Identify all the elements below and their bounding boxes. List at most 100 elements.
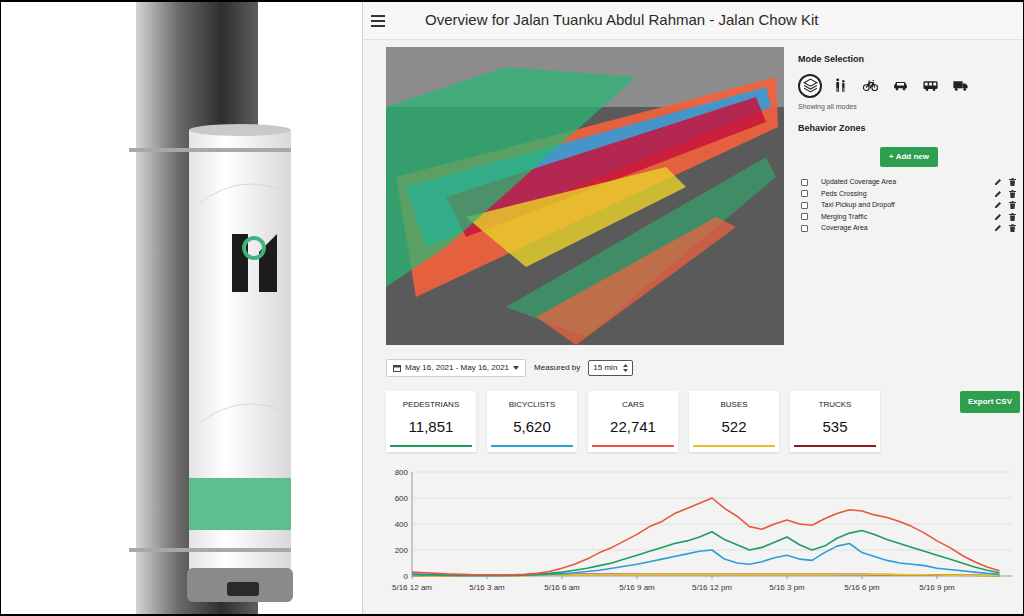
pencil-icon[interactable]	[994, 178, 1002, 186]
date-range: May 16, 2021 - May 16, 2021	[405, 362, 509, 374]
stat-value: 11,851	[409, 416, 454, 439]
mode-button[interactable]	[918, 74, 942, 98]
zone-list: Updated Coverage AreaPeds CrossingTaxi P…	[798, 177, 1020, 235]
x-tick: 5/16 9 am	[619, 583, 655, 592]
dashboard: Overview for Jalan Tuanku Abdul Rahman -…	[362, 2, 1023, 614]
stat-color-bar	[693, 445, 775, 447]
stat-label: BUSES	[720, 399, 747, 411]
date-range-picker[interactable]: May 16, 2021 - May 16, 2021	[386, 359, 526, 377]
dropdown-arrow-icon	[513, 366, 519, 370]
zone-checkbox[interactable]	[801, 202, 808, 209]
camera-view	[386, 47, 784, 345]
y-tick: 0	[404, 572, 409, 581]
stat-label: BICYCLISTS	[509, 399, 556, 411]
pencil-icon[interactable]	[994, 190, 1002, 198]
menu-icon[interactable]	[371, 15, 385, 27]
zone-label: Merging Traffic	[821, 212, 994, 223]
pencil-icon[interactable]	[994, 201, 1002, 209]
stat-card: PEDESTRIANS 11,851	[386, 391, 476, 452]
zone-checkbox[interactable]	[801, 190, 808, 197]
x-tick-mark	[712, 576, 713, 579]
interval-select[interactable]: 15 min	[588, 360, 633, 376]
calendar-icon	[393, 364, 401, 372]
stat-label: CARS	[622, 399, 644, 411]
mode-button[interactable]	[798, 74, 822, 98]
zone-checkbox[interactable]	[801, 179, 808, 186]
trash-icon[interactable]	[1009, 178, 1016, 186]
mode-selection-title: Mode Selection	[798, 53, 1020, 67]
x-tick: 5/16 6 am	[544, 583, 580, 592]
trash-icon[interactable]	[1009, 190, 1016, 198]
zone-row: Coverage Area	[798, 223, 1020, 235]
x-tick: 5/16 6 pm	[844, 583, 880, 592]
zone-label: Taxi Pickup and Dropoff	[821, 200, 994, 211]
zone-checkbox[interactable]	[801, 225, 808, 232]
traffic-chart: 80060040020005/16 12 am5/16 3 am5/16 6 a…	[386, 464, 1020, 600]
pencil-icon[interactable]	[994, 213, 1002, 221]
mode-pedestrian-icon	[832, 77, 849, 94]
stat-color-bar	[794, 445, 876, 447]
zone-row: Taxi Pickup and Dropoff	[798, 200, 1020, 212]
mode-all-icon	[802, 77, 819, 94]
stat-card: CARS 22,741	[588, 391, 678, 452]
mode-bus-icon	[922, 77, 939, 94]
mode-bicycle-icon	[862, 77, 879, 94]
x-tick-mark	[787, 576, 788, 579]
x-tick: 5/16 9 pm	[919, 583, 955, 592]
series-polyline	[412, 498, 1000, 575]
mode-button[interactable]	[828, 74, 852, 98]
trash-icon[interactable]	[1009, 224, 1016, 232]
x-tick: 5/16 12 pm	[692, 583, 732, 592]
stat-value: 22,741	[610, 416, 656, 439]
zone-checkbox[interactable]	[801, 213, 808, 220]
stat-value: 522	[721, 416, 746, 439]
y-tick: 400	[395, 520, 409, 529]
stat-card: BUSES 522	[689, 391, 779, 452]
sensor-device-icon	[1, 2, 362, 614]
stat-color-bar	[491, 445, 573, 447]
header: Overview for Jalan Tuanku Abdul Rahman -…	[363, 2, 1023, 40]
y-tick: 200	[395, 546, 409, 555]
x-tick-mark	[637, 576, 638, 579]
trash-icon[interactable]	[1009, 201, 1016, 209]
series-polyline	[412, 530, 1000, 575]
interval-value: 15 min	[593, 362, 617, 374]
x-tick: 5/16 12 am	[392, 583, 432, 592]
stat-card: TRUCKS535	[790, 391, 880, 452]
mode-car-icon	[892, 77, 909, 94]
filter-row: May 16, 2021 - May 16, 2021 Measured by …	[386, 359, 1020, 377]
stats-row: PEDESTRIANS11,851BICYCLISTS5,620CARS22,7…	[386, 391, 1020, 452]
add-row: + Add new	[798, 147, 1020, 167]
measured-by-label: Measured by	[534, 362, 580, 374]
pencil-icon[interactable]	[994, 224, 1002, 232]
trash-icon[interactable]	[1009, 213, 1016, 221]
series-polyline	[412, 543, 1000, 575]
stat-cards: PEDESTRIANS11,851BICYCLISTS5,620CARS22,7…	[386, 391, 880, 452]
x-tick-mark	[862, 576, 863, 579]
stat-color-bar	[390, 445, 472, 447]
frame: Overview for Jalan Tuanku Abdul Rahman -…	[0, 0, 1024, 616]
add-zone-button[interactable]: + Add new	[880, 147, 938, 167]
series-line	[412, 498, 1000, 575]
select-arrows-icon	[623, 364, 628, 372]
trajectory-overlay-icon	[386, 47, 784, 345]
grid-line	[412, 471, 1012, 472]
zone-row: Merging Traffic	[798, 211, 1020, 223]
top-row: Mode Selection Showing all modes Behavio…	[386, 47, 1020, 345]
content: Mode Selection Showing all modes Behavio…	[363, 40, 1023, 614]
side-panel: Mode Selection Showing all modes Behavio…	[798, 47, 1020, 345]
mode-truck-icon	[952, 77, 969, 94]
mode-list	[798, 74, 1020, 98]
export-csv-button[interactable]: Export CSV	[960, 391, 1020, 413]
mode-button[interactable]	[948, 74, 972, 98]
mode-button[interactable]	[888, 74, 912, 98]
y-tick: 800	[395, 468, 409, 477]
zone-row: Updated Coverage Area	[798, 177, 1020, 189]
mode-button[interactable]	[858, 74, 882, 98]
page: {"header": {"title": "Overview for Jalan…	[0, 0, 1024, 616]
y-axis	[412, 472, 413, 576]
zone-label: Coverage Area	[821, 223, 994, 234]
x-tick: 5/16 3 pm	[769, 583, 805, 592]
stat-label: TRUCKS	[819, 399, 852, 411]
stat-label: PEDESTRIANS	[403, 399, 459, 411]
